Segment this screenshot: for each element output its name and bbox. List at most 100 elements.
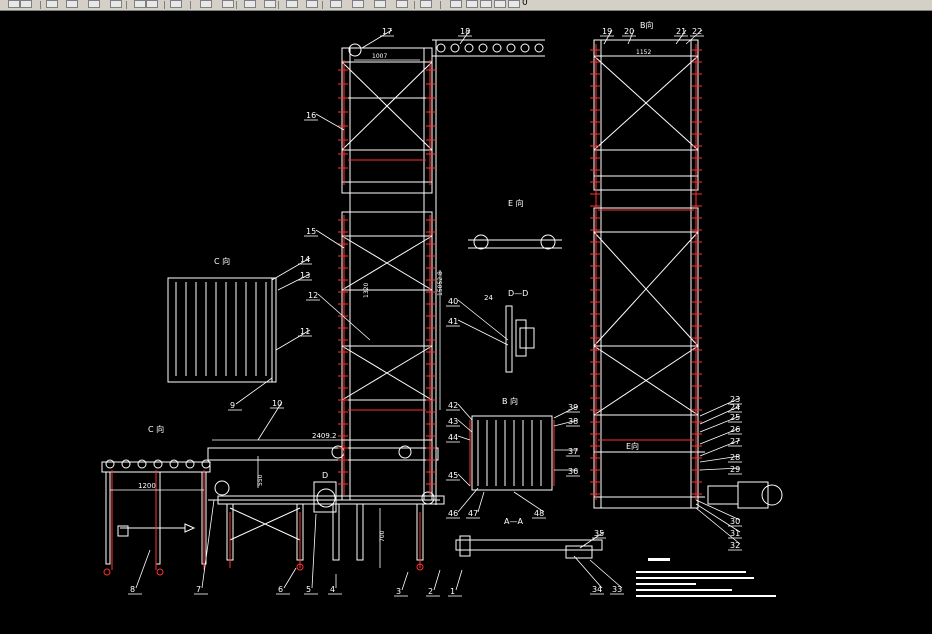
drawing-label: 15 [306,227,316,236]
paint-icon[interactable] [244,0,256,8]
drawing-label: 700 [379,530,386,542]
lock-icon[interactable] [494,0,506,8]
toolpalette-icon[interactable] [374,0,386,8]
roller-circle [121,459,131,469]
leader-line [311,513,317,589]
roller-circle [450,43,460,53]
layer-icon[interactable] [66,0,78,8]
foot-marker [103,568,111,576]
leader-line [573,555,603,589]
zoom-window-icon[interactable] [286,0,298,8]
drawing-label: 39 [568,403,578,412]
drawing-label: 27 [730,437,740,446]
drawing-label: 29 [730,465,740,474]
toolbar-separator [440,1,441,9]
layers-icon[interactable] [450,0,462,8]
zoom-previous-icon[interactable] [306,0,318,8]
drawing-label: 34 [592,585,602,594]
leader-line [457,435,471,441]
sun-icon[interactable] [480,0,492,8]
pick-icon[interactable] [170,0,182,8]
arrow-down-icon[interactable] [200,0,212,8]
drawing-label: 43 [448,417,458,426]
drawing-label: 32 [730,541,740,550]
drawing-label: B向 [640,20,654,30]
aa-section [455,539,603,551]
drawing-label: 1007 [372,53,387,60]
help-icon[interactable] [420,0,432,8]
drawing-label: 3 [396,587,401,596]
bulb-icon[interactable] [466,0,478,8]
properties-icon[interactable] [110,0,122,8]
drawing-label: 9 [230,401,235,410]
drawing-label: 12 [308,291,318,300]
drawing-label: 15052.8 [437,271,444,296]
roller-circle [105,459,115,469]
right-tower-upper [593,39,699,191]
motor-body [737,481,769,509]
drawing-label: 30 [730,517,740,526]
drawing-label: 14 [300,255,310,264]
drawing-label: 42 [448,401,458,410]
sprocket-circle [214,480,230,496]
dd-part [519,327,535,349]
layer-value: 0 [522,0,528,8]
drawing-label: 22 [692,27,702,36]
leader-line [315,229,345,249]
left-conveyor-leg [105,471,111,565]
drawing-label: 41 [448,317,458,326]
drawing-label: 10 [272,399,282,408]
leg [356,503,364,561]
table-icon[interactable] [352,0,364,8]
toolbar-separator [164,1,165,9]
roller-circle [464,43,474,53]
roller-circle [153,459,163,469]
drawing-label: 550 [257,474,264,486]
arrow-down-gray-icon[interactable] [222,0,234,8]
left-conveyor-leg [155,471,161,565]
motor-fan [761,484,783,506]
color-box-icon[interactable] [508,0,520,8]
drawing-label: 47 [468,509,478,518]
leader-line [433,569,441,591]
grid-icon[interactable] [396,0,408,8]
toolbar-separator [40,1,41,9]
pencil-icon[interactable] [146,0,158,8]
toolbar-separator [190,1,191,9]
redo-icon[interactable] [46,0,58,8]
drawing-label: 5 [306,585,311,594]
leader-line [315,113,345,131]
b-view-frame [471,415,553,491]
notes-line [636,577,754,579]
leader-line [457,299,509,341]
toolbar-separator [414,1,415,9]
drawing-label: 36 [568,467,578,476]
cad-drawing-canvas[interactable]: 123456789 1011121314151617 18 19 20 21 2223242… [0,10,932,630]
leader-line [455,569,463,591]
drawing-label: C 向 [214,256,230,266]
match-icon[interactable] [134,0,146,8]
dimension-icon[interactable] [330,0,342,8]
roller-circle [506,43,516,53]
drawing-label: 40 [448,297,458,306]
notes-line [636,589,732,591]
drawing-label: 17 [382,27,392,36]
leader-line [589,559,623,589]
drawing-label: 7 [196,585,201,594]
drawing-label: 48 [534,509,544,518]
drawing-label: 20 [624,27,634,36]
drawing-label: 8 [130,585,135,594]
arrow-icon [184,523,196,533]
roller-circle [185,459,195,469]
toolbar-separator [278,1,279,9]
save-icon[interactable] [8,0,20,8]
drawing-label: 25 [730,413,740,422]
drawing-label: 45 [448,471,458,480]
zoom-realtime-icon[interactable] [264,0,276,8]
leader-line [457,319,509,346]
drawing-label: 28 [730,453,740,462]
pan-icon[interactable] [88,0,100,8]
leader-line [283,567,297,589]
sprocket-circle [348,43,362,57]
undo-icon[interactable] [20,0,32,8]
